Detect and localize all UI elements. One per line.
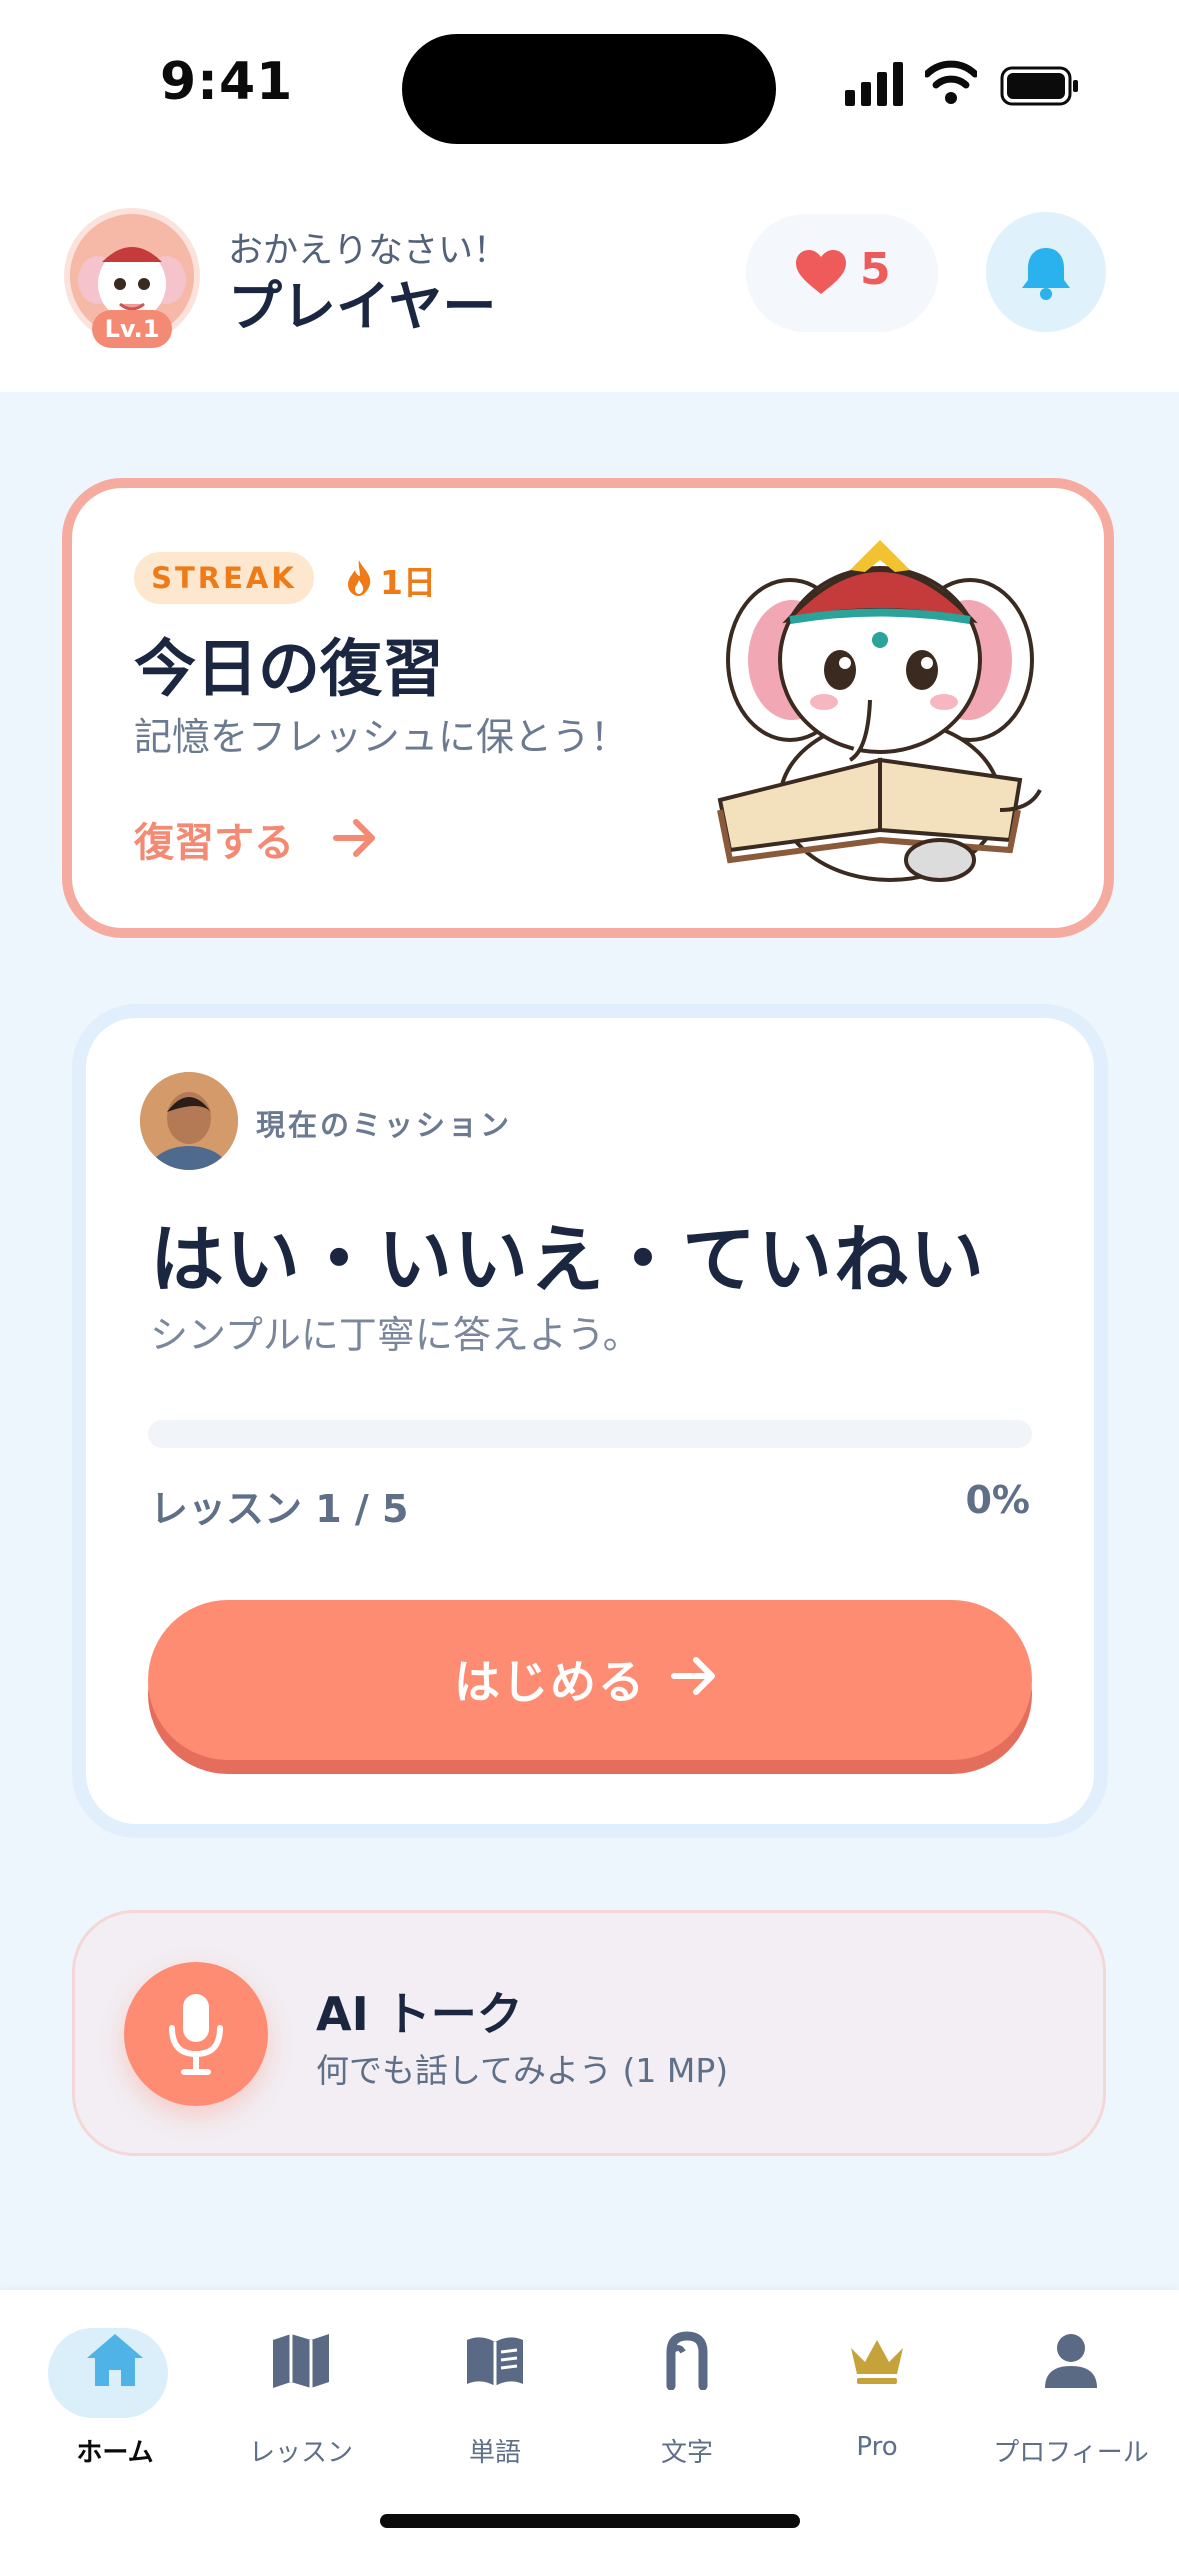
lesson-progress-text: レッスン 1 / 5 — [150, 1487, 409, 1531]
dynamic-island — [402, 34, 776, 144]
arrow-right-icon — [333, 819, 375, 857]
hearts-counter[interactable]: 5 — [746, 214, 938, 332]
flame-icon — [348, 560, 371, 596]
notification-button[interactable] — [986, 212, 1106, 332]
tab-letters-label: 文字 — [660, 2438, 713, 2468]
tab-home[interactable]: ホーム — [30, 2320, 200, 2480]
microphone-icon — [169, 1994, 223, 2075]
tab-lessons[interactable]: レッスン — [216, 2320, 386, 2480]
wifi-icon — [925, 60, 977, 104]
ai-talk-subtitle: 何でも話してみよう (1 MP) — [316, 2051, 729, 2090]
tab-home-label: ホーム — [76, 2438, 154, 2468]
progress-percent: 0% — [965, 1478, 1030, 1522]
cellular-signal-icon — [845, 62, 903, 106]
streak-days: 1日 — [380, 563, 436, 602]
status-time: 9:41 — [160, 52, 294, 112]
progress-bar — [148, 1420, 1032, 1448]
start-button-label: はじめる — [454, 1655, 646, 1709]
tab-lessons-label: レッスン — [248, 2438, 353, 2468]
crown-icon — [851, 2340, 903, 2384]
ai-talk-title: AI トーク — [316, 1987, 523, 2041]
thai-letter-icon — [666, 2331, 708, 2390]
tab-letters[interactable]: 文字 — [602, 2320, 772, 2480]
person-portrait-icon — [140, 1072, 238, 1170]
bell-icon — [1022, 248, 1070, 300]
mission-subtitle: シンプルに丁寧に答えよう。 — [150, 1313, 641, 1357]
tab-words-label: 単語 — [468, 2438, 521, 2468]
streak-badge: STREAK — [134, 552, 314, 604]
mentor-avatar — [140, 1072, 238, 1170]
username: プレイヤー — [228, 275, 497, 338]
book-icon — [467, 2337, 523, 2386]
home-indicator — [380, 2514, 800, 2528]
level-badge: Lv.1 — [92, 310, 172, 348]
start-button[interactable]: はじめる — [148, 1600, 1032, 1760]
tab-pro-label: Pro — [856, 2432, 898, 2462]
mission-label: 現在のミッション — [256, 1108, 513, 1142]
elephant-reading-illustration — [717, 540, 1042, 882]
home-icon — [87, 2334, 143, 2386]
map-icon — [273, 2334, 329, 2388]
review-link[interactable]: 復習する — [134, 810, 294, 868]
tab-profile[interactable]: プロフィール — [986, 2320, 1156, 2480]
person-icon — [1045, 2334, 1097, 2388]
tab-profile-label: プロフィール — [993, 2438, 1149, 2468]
hearts-count: 5 — [860, 244, 891, 295]
tab-words[interactable]: 単語 — [410, 2320, 580, 2480]
tab-pro[interactable]: Pro — [792, 2320, 962, 2480]
heart-icon — [796, 250, 846, 294]
mic-button[interactable] — [124, 1962, 268, 2106]
review-subtitle: 記憶をフレッシュに保とう！ — [134, 715, 629, 759]
arrow-right-icon — [671, 1657, 715, 1695]
review-title: 今日の復習 — [134, 632, 445, 705]
mission-title: はい・いいえ・ていねい — [150, 1217, 986, 1303]
battery-icon — [1000, 66, 1078, 106]
